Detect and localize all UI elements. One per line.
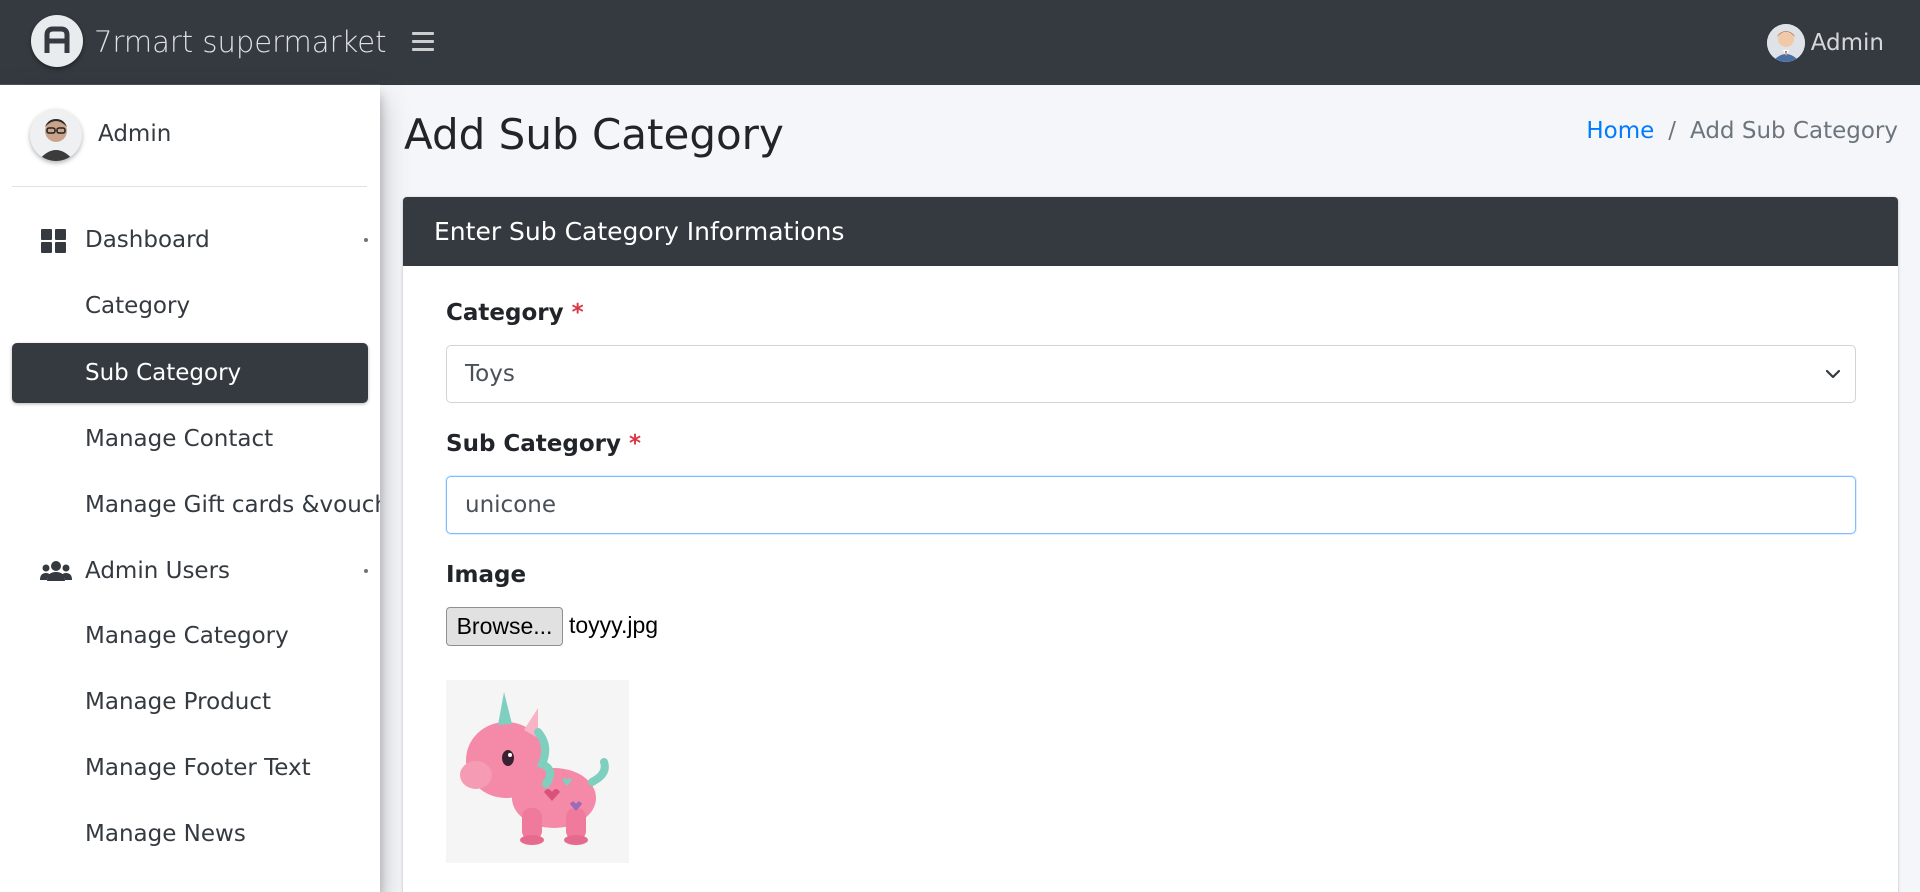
card-header: Enter Sub Category Informations <box>403 197 1898 266</box>
subcategory-input[interactable] <box>446 476 1856 534</box>
top-navbar: 7rmart supermarket Admin <box>0 0 1920 85</box>
selected-file-name: toyyy.jpg <box>569 612 659 638</box>
brand-logo-icon <box>31 15 83 67</box>
sidebar-item-manage-product[interactable]: Manage Product <box>12 672 368 732</box>
subcategory-label: Sub Category * <box>446 431 641 457</box>
required-mark: * <box>629 431 642 457</box>
sidebar-item-label: Sub Category <box>85 360 242 386</box>
brand-name: 7rmart supermarket <box>94 25 387 59</box>
required-mark: * <box>571 300 584 326</box>
menu-toggle-icon[interactable] <box>412 26 442 56</box>
users-icon <box>40 559 72 585</box>
sidebar-item-dashboard[interactable]: Dashboard <box>12 210 368 270</box>
user-menu[interactable]: Admin <box>1766 24 1884 62</box>
breadcrumb: Home / Add Sub Category <box>1586 118 1898 144</box>
sidebar-item-manage-news[interactable]: Manage News <box>12 804 368 864</box>
sidebar-item-sub-category[interactable]: Sub Category <box>12 343 368 403</box>
sidebar-item-category[interactable]: Category <box>12 276 368 336</box>
breadcrumb-separator: / <box>1668 118 1676 144</box>
unicorn-plush-image <box>446 680 629 863</box>
sidebar-item-manage-category[interactable]: Manage Category <box>12 606 368 666</box>
image-preview <box>446 680 629 863</box>
sidebar: Admin Dashboard Category Sub Category Ma… <box>0 85 380 892</box>
category-label: Category * <box>446 300 584 326</box>
sidebar-user-name: Admin <box>98 121 172 147</box>
image-label: Image <box>446 562 527 588</box>
sidebar-item-label: Manage Gift cards &voucher <box>85 492 380 518</box>
breadcrumb-home-link[interactable]: Home <box>1586 118 1654 144</box>
page-title: Add Sub Category <box>404 110 784 159</box>
caret-icon <box>364 238 368 242</box>
avatar <box>1766 24 1805 62</box>
sidebar-item-label: Category <box>85 293 191 319</box>
sidebar-item-label: Manage Contact <box>85 426 274 452</box>
sidebar-item-label: Admin Users <box>85 558 231 584</box>
brand-link[interactable]: 7rmart supermarket <box>0 0 386 85</box>
sidebar-item-admin-users[interactable]: Admin Users <box>12 541 368 601</box>
user-panel[interactable]: Admin <box>12 85 367 187</box>
category-select[interactable]: Toys <box>446 345 1856 403</box>
browse-button[interactable]: Browse... <box>446 607 563 646</box>
form-card: Enter Sub Category Informations Category… <box>403 197 1898 892</box>
sidebar-item-manage-gift-cards[interactable]: Manage Gift cards &voucher <box>12 475 380 535</box>
avatar <box>30 109 82 161</box>
category-label-text: Category <box>446 300 564 326</box>
card-title: Enter Sub Category Informations <box>434 217 845 246</box>
sidebar-item-label: Manage Footer Text <box>85 755 311 781</box>
sidebar-item-label: Dashboard <box>85 227 210 253</box>
subcategory-label-text: Sub Category <box>446 431 622 457</box>
sidebar-item-label: Manage Category <box>85 623 289 649</box>
sidebar-item-label: Manage News <box>85 821 246 847</box>
chevron-down-icon <box>1823 364 1843 384</box>
user-name: Admin <box>1810 30 1884 56</box>
breadcrumb-current: Add Sub Category <box>1690 118 1898 144</box>
category-select-value: Toys <box>465 361 515 387</box>
sidebar-item-manage-contact[interactable]: Manage Contact <box>12 409 368 469</box>
caret-icon <box>364 569 368 573</box>
sidebar-item-manage-footer-text[interactable]: Manage Footer Text <box>12 738 368 798</box>
dashboard-icon <box>40 228 68 254</box>
sidebar-item-label: Manage Product <box>85 689 271 715</box>
